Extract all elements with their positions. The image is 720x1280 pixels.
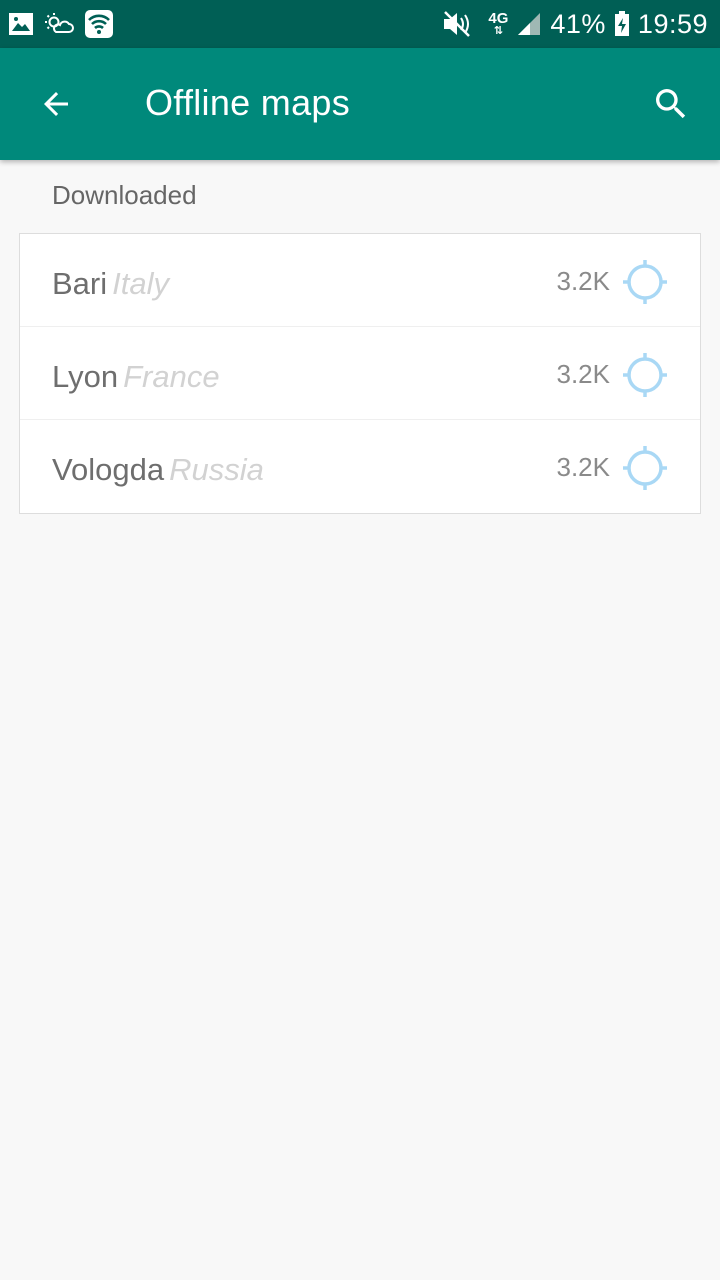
downloaded-maps-list: Bari Italy 3.2K Lyon France 3.2K Vologda Ru… — [19, 233, 701, 514]
country-name: France — [123, 359, 220, 394]
city-name: Lyon — [52, 359, 119, 394]
country-name: Russia — [169, 452, 264, 487]
search-button[interactable] — [640, 74, 702, 134]
status-left-icons — [8, 9, 114, 39]
wifi-icon — [85, 10, 113, 38]
search-icon — [656, 89, 686, 119]
map-size: 3.2K — [556, 359, 611, 389]
map-size: 3.2K — [556, 266, 611, 296]
city-name: Vologda — [52, 452, 165, 487]
network-indicator: 4G ⇅ — [488, 11, 508, 37]
app-bar: Offline maps — [0, 48, 720, 160]
list-item[interactable]: Vologda Russia 3.2K — [20, 420, 700, 513]
country-name: Italy — [112, 266, 169, 301]
map-name: Lyon France — [52, 359, 220, 395]
arrow-back-icon — [44, 92, 68, 116]
map-name: Bari Italy — [52, 266, 169, 302]
map-size: 3.2K — [556, 452, 611, 482]
list-item[interactable]: Bari Italy 3.2K — [20, 234, 700, 327]
page-title: Offline maps — [145, 82, 351, 123]
clock: 19:59 — [637, 8, 708, 39]
back-button[interactable] — [26, 74, 86, 134]
mute-icon — [444, 11, 471, 37]
gallery-icon — [9, 13, 33, 35]
locate-icon[interactable] — [622, 445, 668, 491]
locate-icon[interactable] — [622, 352, 668, 398]
city-name: Bari — [52, 266, 108, 301]
battery-percent: 41% — [550, 8, 606, 39]
status-bar: 4G ⇅ 41% 19:59 — [0, 0, 720, 48]
weather-icon — [45, 13, 74, 33]
locate-icon[interactable] — [622, 259, 668, 305]
status-right-icons: 4G ⇅ 41% 19:59 — [442, 6, 708, 42]
map-name: Vologda Russia — [52, 452, 264, 488]
network-type: 4G — [488, 10, 509, 27]
list-item[interactable]: Lyon France 3.2K — [20, 327, 700, 420]
section-header-downloaded: Downloaded — [52, 180, 197, 210]
signal-icon — [518, 13, 541, 35]
data-arrows-icon: ⇅ — [493, 25, 503, 37]
battery-charging-icon — [614, 11, 629, 36]
